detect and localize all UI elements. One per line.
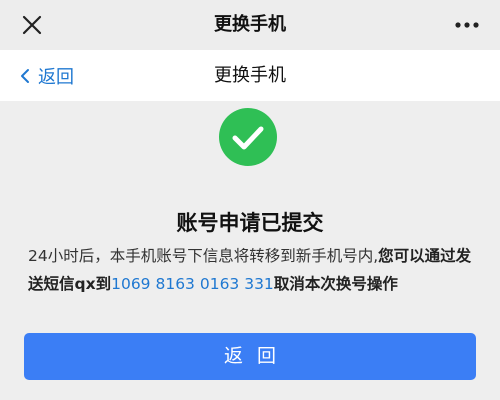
return-button[interactable]: 返回 <box>24 333 476 380</box>
window-title: 更换手机 <box>214 14 286 35</box>
main-content: 账号申请已提交 24小时后，本手机账号下信息将转移到新手机号内,您可以通过发送短… <box>0 101 500 400</box>
message-text-part1: 24小时后，本手机账号下信息将转移到新手机号内, <box>28 247 379 265</box>
window-titlebar: 更换手机 <box>0 0 500 50</box>
more-options-button[interactable] <box>452 11 482 39</box>
more-dots-icon <box>455 22 479 28</box>
status-message: 24小时后，本手机账号下信息将转移到新手机号内,您可以通过发送短信qx到1069… <box>28 242 476 298</box>
page-navbar: 返回 更换手机 <box>0 50 500 101</box>
message-text-part3: 取消本次换号操作 <box>273 275 398 293</box>
sms-number-link[interactable]: 1069 8163 0163 331 <box>111 275 274 293</box>
page-title: 更换手机 <box>214 65 286 86</box>
status-headline: 账号申请已提交 <box>176 211 324 235</box>
checkmark-circle-icon <box>219 108 277 166</box>
